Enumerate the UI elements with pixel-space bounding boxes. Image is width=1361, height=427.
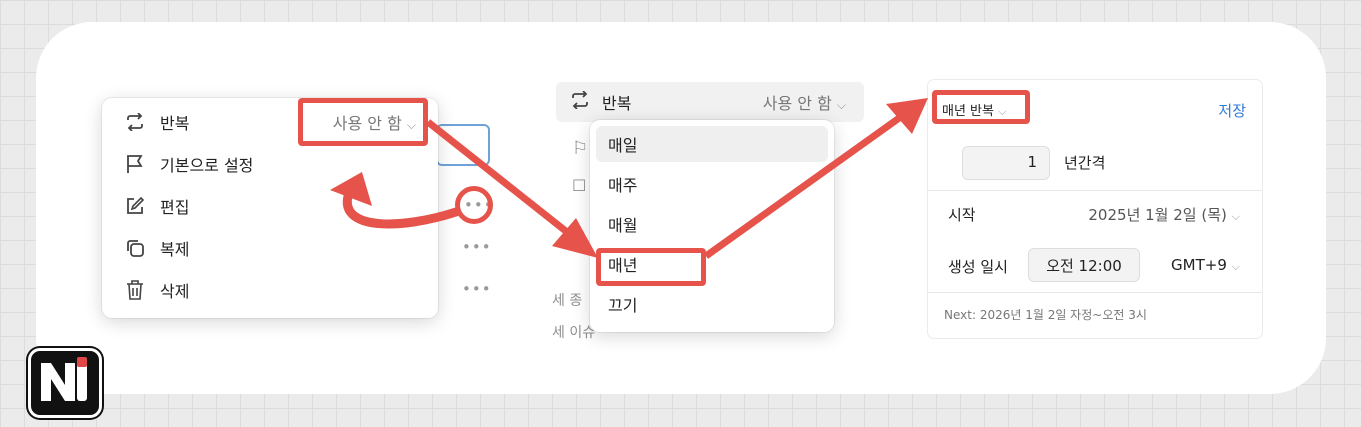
arrow-to-frequency-head bbox=[886, 98, 928, 134]
arrow-to-yearly bbox=[425, 119, 575, 239]
annotation-arrows bbox=[330, 98, 928, 259]
logo-n-icon bbox=[41, 363, 75, 401]
arrow-to-frequency bbox=[703, 113, 905, 259]
brand-logo bbox=[28, 348, 102, 418]
